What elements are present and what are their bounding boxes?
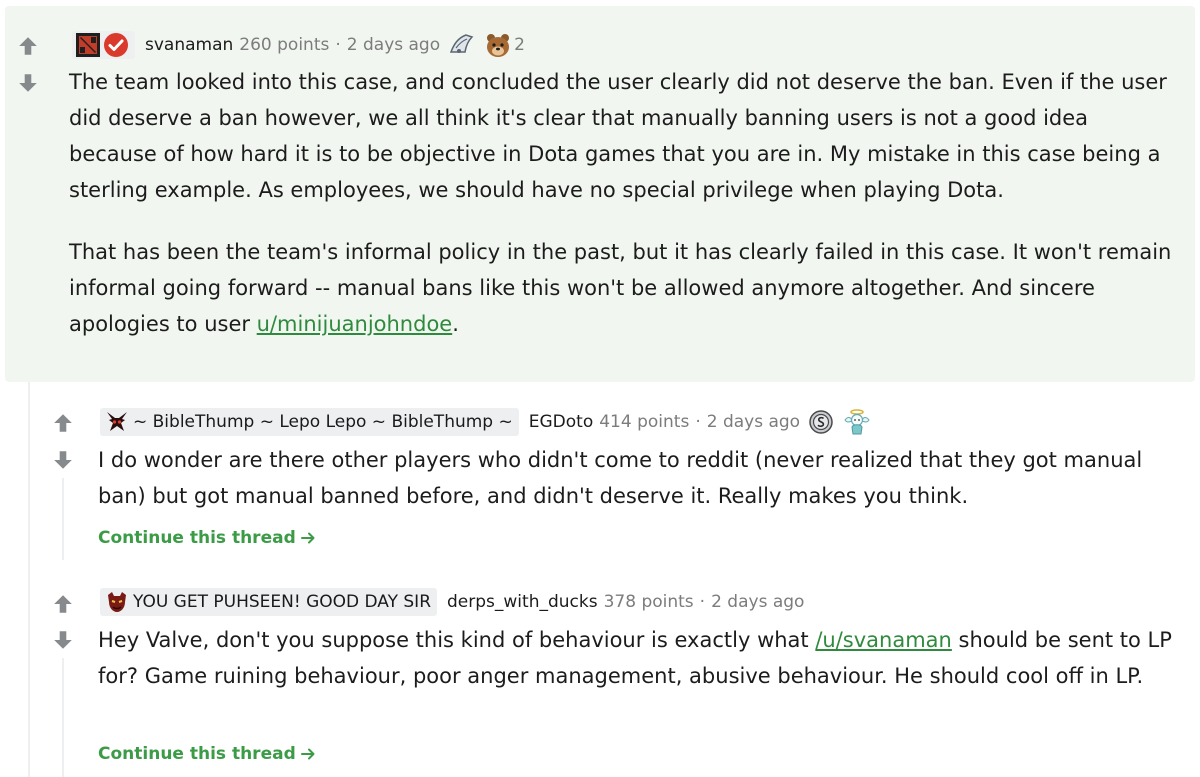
comment-points: 414 points (599, 412, 690, 432)
axe-hero-flair-icon (104, 589, 130, 615)
verified-check-icon (103, 32, 129, 58)
user-flair: ~ BibleThump ~ Lepo Lepo ~ BibleThump ~ (100, 408, 519, 436)
continue-thread-link[interactable]: Continue this thread (98, 744, 316, 764)
continue-thread-link[interactable]: Continue this thread (98, 528, 316, 548)
upvote-arrow-icon (54, 595, 72, 613)
demon-flair-icon (104, 409, 130, 435)
continue-thread-label: Continue this thread (98, 528, 296, 548)
paragraph-end: . (452, 312, 459, 336)
downvote-button[interactable] (15, 70, 41, 96)
comment-points: 378 points (603, 592, 694, 612)
upvote-arrow-icon (19, 37, 37, 55)
comment-meta: ~ BibleThump ~ Lepo Lepo ~ BibleThump ~ … (100, 407, 872, 437)
comment-time[interactable]: 2 days ago (711, 592, 804, 612)
upvote-button[interactable] (50, 591, 76, 617)
award-paper-icon (450, 34, 474, 53)
meta-separator: · (335, 35, 341, 55)
award-helpful[interactable] (448, 32, 476, 58)
user-flair (72, 31, 135, 59)
comment-paragraph-1: The team looked into this case, and conc… (69, 70, 1167, 202)
user-link-minijuanjohndoe[interactable]: u/minijuanjohndoe (257, 312, 453, 336)
user-flair-text: ~ BibleThump ~ Lepo Lepo ~ BibleThump ~ (133, 412, 513, 432)
thread-line-reply-2[interactable] (62, 658, 64, 777)
award-bear-icon (487, 34, 510, 57)
comment-text: Hey Valve, don't you suppose this kind o… (98, 628, 816, 652)
meta-separator: · (699, 592, 706, 612)
upvote-arrow-icon (54, 414, 72, 432)
award-bear[interactable] (484, 32, 512, 58)
downvote-arrow-icon (54, 451, 72, 469)
comment-points: 260 points (239, 35, 330, 55)
thread-line-reply-1[interactable] (62, 478, 64, 560)
comment-meta: YOU GET PUHSEEN! GOOD DAY SIR derps_with… (100, 587, 804, 617)
downvote-button[interactable] (50, 447, 76, 473)
downvote-arrow-icon (19, 74, 37, 92)
dota-logo-icon (76, 33, 100, 57)
award-silver[interactable] (808, 409, 834, 435)
award-silver-coin-icon (809, 410, 833, 434)
comment-author[interactable]: derps_with_ducks (447, 592, 598, 612)
user-link-svanaman[interactable]: /u/svanaman (815, 628, 952, 652)
user-flair-text: YOU GET PUHSEEN! GOOD DAY SIR (133, 592, 432, 612)
continue-thread-label: Continue this thread (98, 744, 296, 764)
downvote-arrow-icon (54, 631, 72, 649)
user-flair: YOU GET PUHSEEN! GOOD DAY SIR (100, 588, 438, 616)
comment-meta: svanaman 260 points · 2 days ago 2 (72, 30, 525, 60)
arrow-right-icon (300, 530, 316, 546)
comment-body: Hey Valve, don't you suppose this kind o… (98, 622, 1183, 694)
comment-body: The team looked into this case, and conc… (69, 64, 1179, 342)
comment-paragraph-2: That has been the team's informal policy… (69, 234, 1179, 342)
comment-time[interactable]: 2 days ago (707, 412, 800, 432)
upvote-button[interactable] (15, 33, 41, 59)
arrow-right-icon (300, 746, 316, 762)
comment-author[interactable]: svanaman (145, 35, 233, 55)
meta-separator: · (695, 412, 701, 432)
comment-time[interactable]: 2 days ago (347, 35, 440, 55)
award-angel-icon (844, 409, 870, 435)
award-wholesome[interactable] (842, 408, 872, 436)
downvote-button[interactable] (50, 627, 76, 653)
paragraph-text: That has been the team's informal policy… (69, 240, 1172, 336)
comment-author[interactable]: EGDoto (529, 412, 593, 432)
award-count: 2 (514, 35, 525, 55)
comment-body: I do wonder are there other players who … (98, 448, 1143, 508)
upvote-button[interactable] (50, 410, 76, 436)
